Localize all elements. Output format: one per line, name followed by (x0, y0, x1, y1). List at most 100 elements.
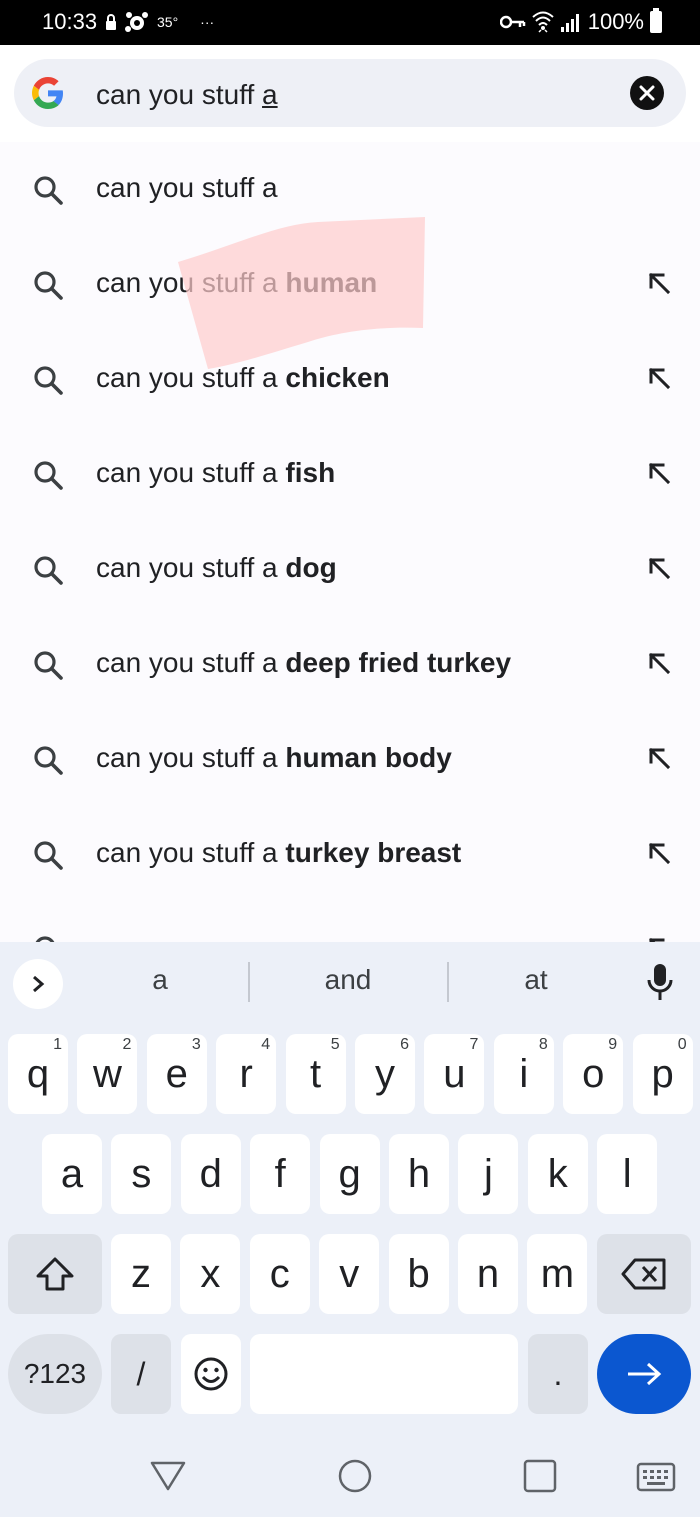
fill-query-arrow-icon[interactable] (646, 270, 672, 296)
letter-key[interactable]: z (111, 1234, 171, 1314)
system-navigation-bar (0, 1436, 700, 1517)
list-item[interactable]: can you stuff a (0, 142, 700, 237)
fill-query-arrow-icon[interactable] (646, 460, 672, 486)
key-label: q (26, 1051, 50, 1096)
fill-query-arrow-icon[interactable] (646, 365, 672, 391)
key-label: v (339, 1251, 360, 1296)
letter-key[interactable]: p0 (632, 1034, 693, 1114)
divider (248, 962, 250, 1002)
letter-key[interactable]: a (42, 1134, 102, 1214)
backspace-key[interactable] (597, 1234, 691, 1314)
suggestion-list: can you stuff a can you stuff a human ca… (0, 142, 700, 942)
battery-icon (650, 8, 662, 33)
back-icon[interactable] (150, 1460, 186, 1492)
key-number-hint: 0 (677, 1036, 687, 1053)
letter-key[interactable]: s (111, 1134, 172, 1214)
key-label: u (443, 1051, 466, 1096)
search-input[interactable]: can you stuff a (96, 79, 278, 111)
search-icon (34, 366, 63, 395)
letter-key[interactable]: w2 (77, 1034, 138, 1114)
key-number-hint: 8 (538, 1036, 548, 1053)
letter-key[interactable]: d (180, 1134, 241, 1214)
suggestion-prefix: can you stuff a (96, 457, 286, 488)
period-key[interactable]: . (528, 1334, 588, 1414)
keyboard-toolbar-expand-button[interactable] (13, 959, 63, 1009)
key-label: i (519, 1051, 529, 1096)
list-item[interactable]: can you stuff a chicken (0, 332, 700, 427)
letter-key[interactable]: g (319, 1134, 380, 1214)
letter-key[interactable]: x (180, 1234, 241, 1314)
letter-key[interactable]: j (458, 1134, 519, 1214)
slash-key[interactable]: / (111, 1334, 171, 1414)
search-icon (34, 746, 63, 775)
letter-key[interactable]: i8 (493, 1034, 554, 1114)
key-label: j (483, 1151, 493, 1196)
letter-key[interactable]: y6 (355, 1034, 415, 1114)
search-icon (34, 271, 63, 300)
suggestion-completion: human (285, 267, 378, 298)
status-overflow: ··· (200, 14, 215, 30)
suggestion-completion: deep fried turkey (285, 647, 512, 678)
search-icon (34, 841, 63, 870)
recents-icon[interactable] (523, 1459, 557, 1493)
key-label: e (165, 1051, 188, 1096)
suggestion-prefix: can you stuff a (96, 267, 286, 298)
key-number-hint: 7 (469, 1036, 479, 1053)
letter-key[interactable]: t5 (285, 1034, 346, 1114)
letter-key[interactable]: q1 (8, 1034, 68, 1114)
letter-key[interactable]: n (458, 1234, 518, 1314)
home-icon[interactable] (337, 1458, 373, 1494)
letter-key[interactable]: v (319, 1234, 380, 1314)
list-item[interactable]: can you stuff a human (0, 237, 700, 332)
key-label: d (199, 1151, 222, 1196)
letter-key[interactable]: r4 (216, 1034, 277, 1114)
vpn-key-icon (499, 15, 525, 29)
list-item[interactable]: can you stuff a human body (0, 712, 700, 807)
suggestion-prefix: can you stuff a (96, 552, 286, 583)
list-item[interactable]: can you stuff a fish (0, 427, 700, 522)
word-suggestion[interactable]: and (288, 964, 408, 996)
suggestion-prefix: can you stuff a (96, 362, 286, 393)
list-item[interactable]: can you stuff a deep fried turkey (0, 617, 700, 712)
letter-key[interactable]: e3 (146, 1034, 207, 1114)
suggestion-text: can you stuff a (96, 172, 278, 204)
microphone-icon[interactable] (645, 962, 675, 1004)
key-label: h (407, 1151, 431, 1196)
clear-search-button[interactable] (630, 76, 664, 110)
battery-percent: 100% (587, 9, 644, 34)
search-bar[interactable]: can you stuff a (14, 59, 686, 127)
fill-query-arrow-icon[interactable] (646, 840, 672, 866)
key-label: m (540, 1251, 575, 1296)
space-key[interactable] (250, 1334, 518, 1414)
backspace-icon (621, 1258, 666, 1290)
fill-query-arrow-icon[interactable] (646, 555, 672, 581)
letter-key[interactable]: k (527, 1134, 588, 1214)
fill-query-arrow-icon[interactable] (646, 745, 672, 771)
word-suggestion[interactable]: a (100, 964, 220, 996)
key-label: a (60, 1151, 84, 1196)
letter-key[interactable]: o9 (563, 1034, 624, 1114)
letter-key[interactable]: h (389, 1134, 449, 1214)
key-number-hint: 1 (53, 1036, 62, 1053)
fill-query-arrow-icon[interactable] (646, 935, 672, 942)
emoji-key[interactable] (181, 1334, 241, 1414)
letter-key[interactable]: c (249, 1234, 310, 1314)
list-item[interactable]: can you stuff a turkey breast (0, 807, 700, 902)
list-item[interactable]: can you stuff a dog (0, 522, 700, 617)
letter-key[interactable]: b (388, 1234, 449, 1314)
word-suggestion[interactable]: at (476, 964, 596, 996)
letter-key[interactable]: l (597, 1134, 658, 1214)
fill-query-arrow-icon[interactable] (646, 650, 672, 676)
letter-key[interactable]: f (250, 1134, 311, 1214)
go-key[interactable] (597, 1334, 691, 1414)
keyboard-suggestion-bar: a and at (0, 942, 700, 1026)
symbols-key[interactable]: ?123 (8, 1334, 102, 1414)
suggestion-prefix: can you stuff a (96, 742, 286, 773)
suggestion-text: can you stuff a human body (96, 742, 452, 774)
list-item-partial[interactable] (0, 902, 700, 942)
letter-key[interactable]: m (527, 1234, 588, 1314)
letter-key[interactable]: u7 (424, 1034, 485, 1114)
keyboard-switch-icon[interactable] (636, 1462, 676, 1492)
shift-key[interactable] (8, 1234, 102, 1314)
search-icon (34, 176, 63, 205)
